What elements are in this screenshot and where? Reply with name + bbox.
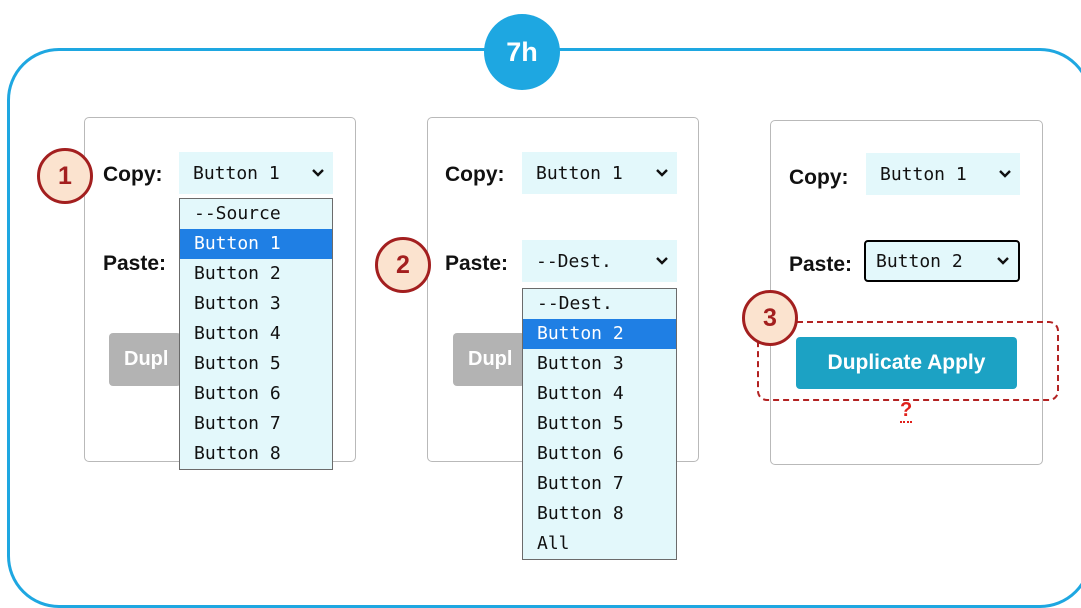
chevron-down-icon (656, 257, 668, 265)
dropdown-option[interactable]: Button 4 (523, 379, 676, 409)
chevron-down-icon (656, 169, 668, 177)
dropdown-option[interactable]: Button 3 (523, 349, 676, 379)
dropdown-option[interactable]: Button 7 (180, 409, 332, 439)
help-link[interactable]: ? (900, 399, 913, 423)
callout-3-badge: 3 (742, 290, 798, 346)
dropdown-option[interactable]: Button 3 (180, 289, 332, 319)
duplicate-apply-button-disabled[interactable]: Dupl (109, 333, 181, 386)
dropdown-option[interactable]: Button 7 (523, 469, 676, 499)
copy-select[interactable]: Button 1 (522, 152, 677, 194)
copy-label: Copy: (789, 166, 849, 189)
paste-select[interactable]: --Dest. (522, 240, 677, 282)
dropdown-option[interactable]: Button 8 (180, 439, 332, 469)
copy-select-value: Button 1 (193, 162, 280, 184)
dropdown-option[interactable]: Button 2 (180, 259, 332, 289)
copy-label: Copy: (445, 163, 505, 186)
copy-select-value: Button 1 (880, 163, 967, 185)
callout-1-badge: 1 (37, 148, 93, 204)
paste-label: Paste: (445, 252, 509, 275)
dropdown-option[interactable]: Button 4 (180, 319, 332, 349)
dropdown-option[interactable]: All (523, 529, 676, 559)
duplicate-apply-button[interactable]: Duplicate Apply (796, 337, 1017, 389)
dropdown-option[interactable]: --Dest. (523, 289, 676, 319)
duplicate-apply-button-disabled[interactable]: Dupl (453, 333, 525, 386)
paste-select-value: Button 2 (876, 250, 963, 272)
paste-select-value: --Dest. (536, 250, 612, 272)
copy-label: Copy: (103, 163, 163, 186)
chevron-down-icon (997, 257, 1009, 265)
copy-select[interactable]: Button 1 (866, 153, 1020, 195)
dropdown-option-selected[interactable]: Button 1 (180, 229, 332, 259)
paste-label: Paste: (789, 253, 853, 276)
dropdown-option[interactable]: Button 6 (523, 439, 676, 469)
copy-select[interactable]: Button 1 (179, 152, 333, 194)
paste-select[interactable]: Button 2 (864, 240, 1020, 282)
chevron-down-icon (312, 169, 324, 177)
dropdown-option-selected[interactable]: Button 2 (523, 319, 676, 349)
dropdown-option[interactable]: --Source (180, 199, 332, 229)
paste-label: Paste: (103, 252, 167, 275)
copy-select-value: Button 1 (536, 162, 623, 184)
step-badge: 7h (484, 14, 560, 90)
dropdown-option[interactable]: Button 5 (523, 409, 676, 439)
callout-2-badge: 2 (375, 237, 431, 293)
dest-dropdown[interactable]: --Dest. Button 2 Button 3 Button 4 Butto… (522, 288, 677, 560)
dropdown-option[interactable]: Button 8 (523, 499, 676, 529)
source-dropdown[interactable]: --Source Button 1 Button 2 Button 3 Butt… (179, 198, 333, 470)
dropdown-option[interactable]: Button 6 (180, 379, 332, 409)
dropdown-option[interactable]: Button 5 (180, 349, 332, 379)
chevron-down-icon (999, 170, 1011, 178)
